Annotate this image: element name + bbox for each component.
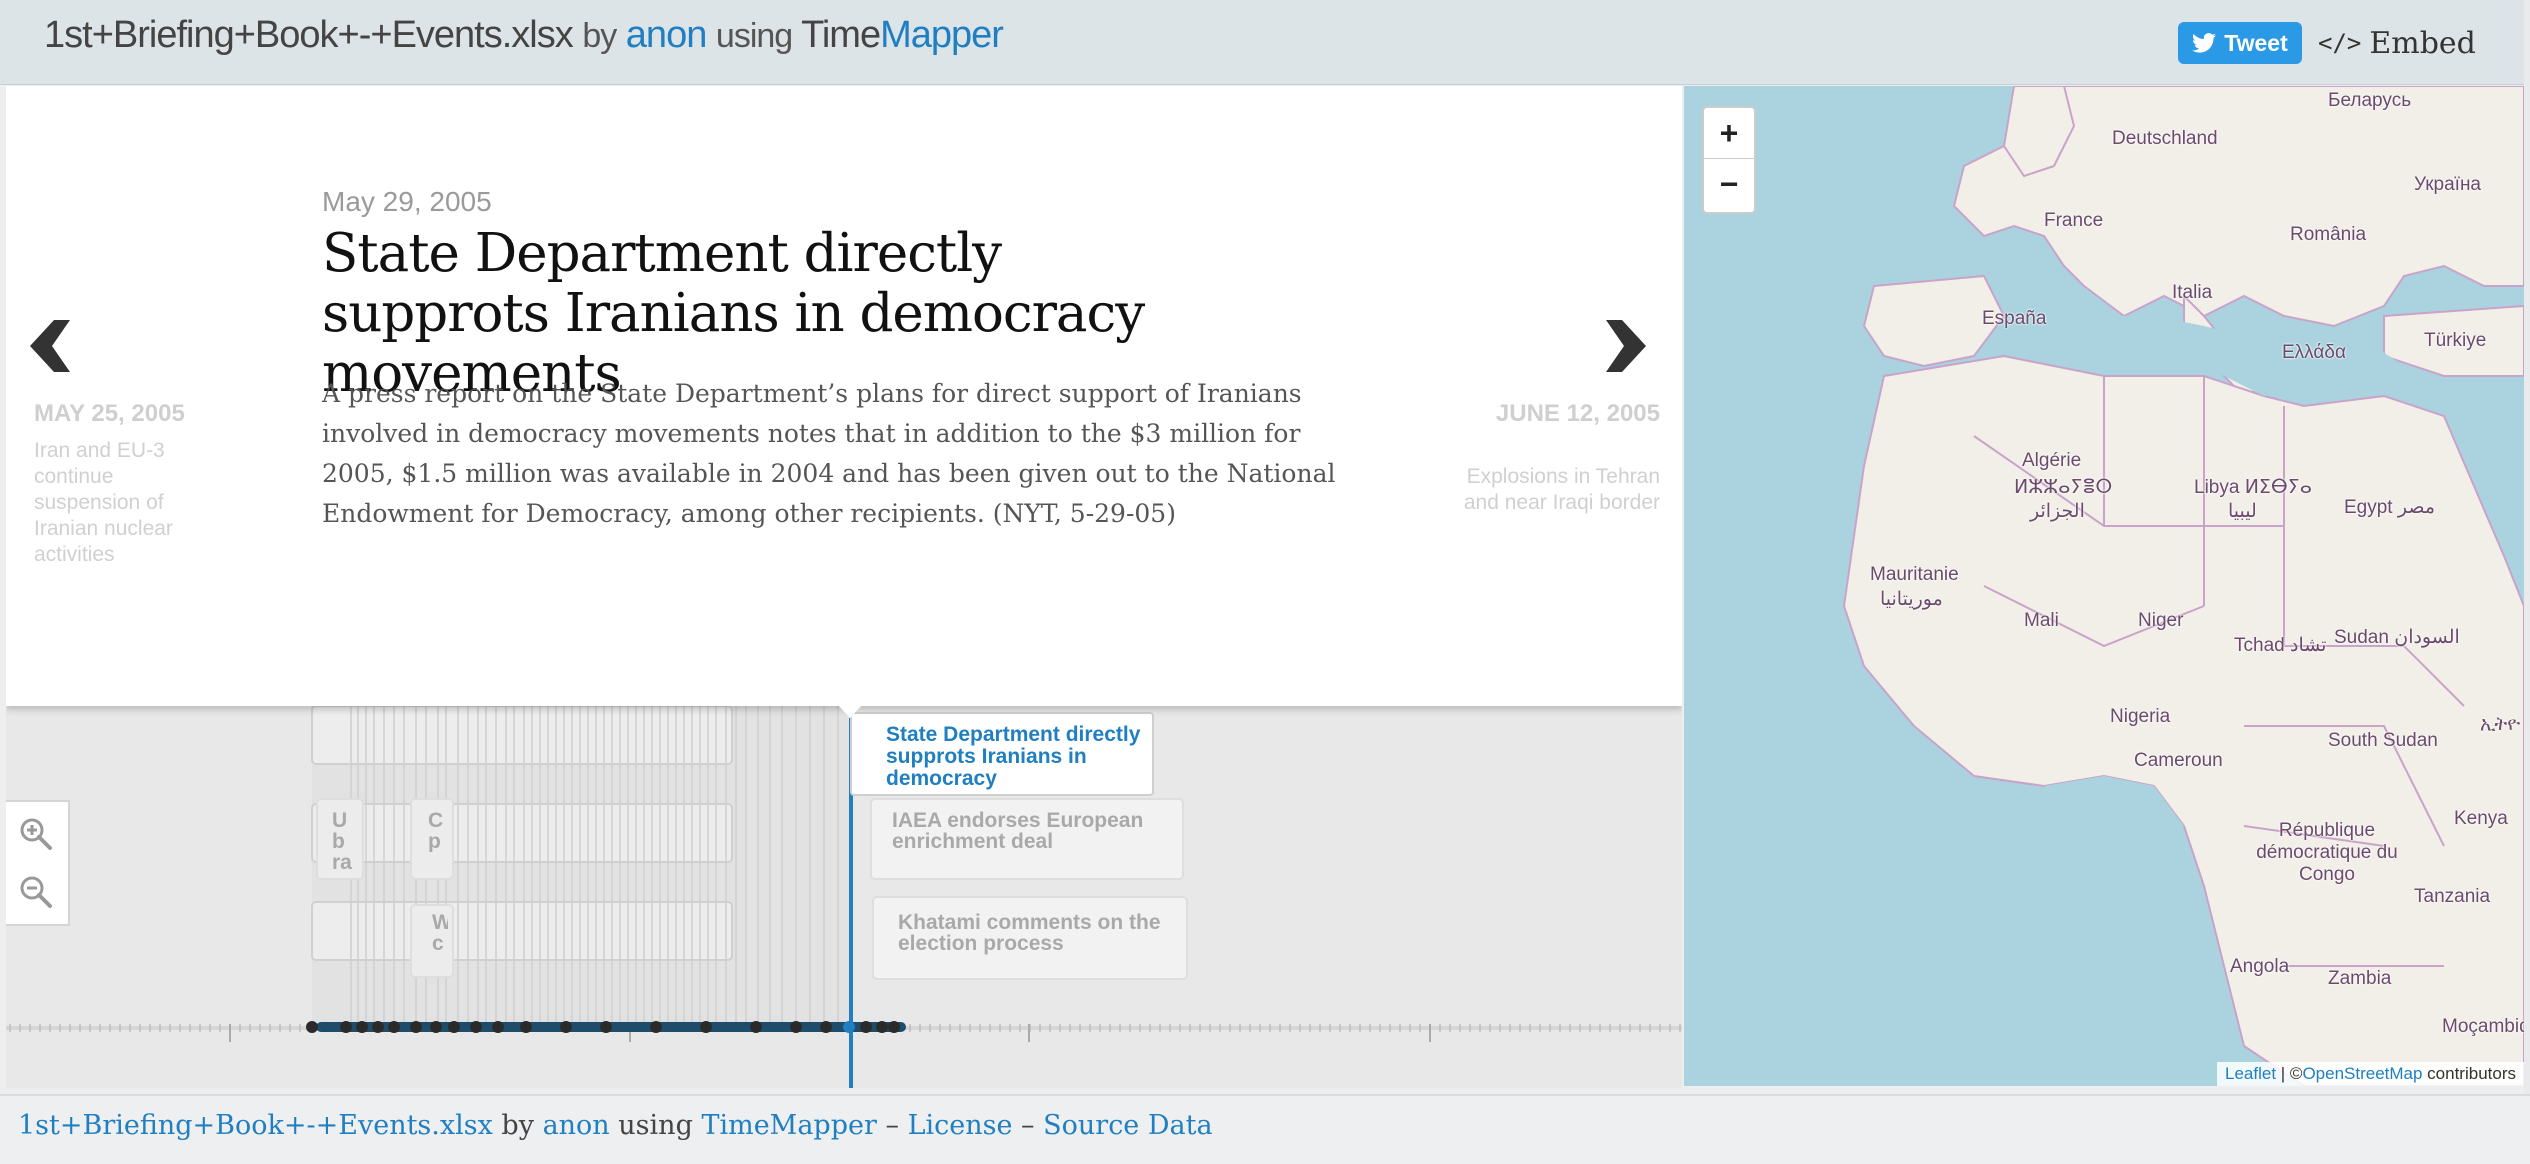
active-marker-title: State Department directly supprots Irani…: [886, 723, 1141, 790]
top-bar: 1st+Briefing+Book+-+Events.xlsx by anon …: [0, 0, 2524, 85]
footer-license-link[interactable]: License: [908, 1110, 1013, 1141]
map-place-label: Kenya: [2454, 808, 2508, 829]
map-place-label: République démocratique du Congo: [2256, 820, 2398, 885]
code-icon: </>: [2318, 29, 2362, 57]
timeline-marker-card[interactable]: Khatami comments on the election process: [872, 896, 1188, 980]
footer-author-link[interactable]: anon: [543, 1110, 610, 1141]
title-file-name: 1st+Briefing+Book+-+Events.xlsx: [44, 14, 574, 56]
title-app-part2: Mapper: [880, 14, 1004, 56]
twitter-bird-icon: [2192, 33, 2217, 53]
tweet-label: Tweet: [2224, 29, 2288, 56]
event-date: May 29, 2005: [322, 186, 492, 217]
marker-title: W c: [432, 912, 448, 954]
map-place-label: Sudan السودان: [2334, 627, 2460, 648]
timeline-navigation[interactable]: IAEA endorses European enrichment deal K…: [6, 706, 1682, 1088]
timeline-marker-card[interactable]: C p: [410, 798, 454, 880]
timeline-pane: IAEA endorses European enrichment deal K…: [6, 86, 1682, 1088]
map-pane[interactable]: + − Беларусь Deutschland Україна France …: [1684, 86, 2524, 1086]
map-place-label: Deutschland: [2112, 128, 2218, 149]
map-zoom-out-button[interactable]: −: [1704, 159, 1754, 209]
map-place-label: France: [2044, 210, 2104, 231]
timeline-marker-card[interactable]: IAEA endorses European enrichment deal: [870, 798, 1184, 880]
previous-event-description[interactable]: Iran and EU-3 continue suspension of Ira…: [34, 438, 204, 568]
map-zoom-control: + −: [1702, 106, 1756, 214]
event-description: A press report on the State Department’s…: [322, 379, 1336, 528]
title-by: by: [582, 17, 617, 55]
footer: 1st+Briefing+Book+-+Events.xlsx by anon …: [0, 1094, 2530, 1164]
timeline-marker-card[interactable]: W c: [410, 904, 454, 978]
map-place-label: الجزائر: [2030, 501, 2085, 522]
map-place-label: România: [2290, 224, 2367, 245]
map-place-label: Angola: [2230, 956, 2290, 977]
footer-file-link[interactable]: 1st+Briefing+Book+-+Events.xlsx: [18, 1110, 493, 1141]
openstreetmap-link[interactable]: OpenStreetMap: [2302, 1064, 2422, 1083]
timeline-markers-layer: [6, 706, 1682, 1042]
attribution-separator: | ©: [2276, 1064, 2303, 1083]
zoom-out-icon[interactable]: [18, 874, 54, 910]
footer-credits: 1st+Briefing+Book+-+Events.xlsx by anon …: [18, 1110, 1213, 1141]
map-place-label: Libya ⵍⵉⴱⵢⴰ: [2194, 477, 2313, 498]
map-place-label: Tchad تشاد: [2234, 635, 2327, 656]
map-tiles: [1842, 86, 2524, 1086]
map-place-label: Niger: [2138, 610, 2184, 631]
footer-dash: –: [885, 1110, 899, 1141]
title-using: using: [715, 17, 793, 55]
page-title: 1st+Briefing+Book+-+Events.xlsx by anon …: [44, 14, 1004, 57]
map-place-label: Tanzania: [2414, 886, 2491, 907]
map-place-label: ⵍⵣⵣⴰⵢⴻⵔ: [2014, 477, 2113, 498]
footer-by: by: [501, 1110, 534, 1141]
map-place-label: Україна: [2414, 174, 2482, 195]
map-place-label: Ελλάδα: [2282, 342, 2346, 363]
map-place-label: Беларусь: [2328, 90, 2412, 111]
app-window: 1st+Briefing+Book+-+Events.xlsx by anon …: [0, 0, 2530, 1164]
map-place-label: Türkiye: [2424, 330, 2487, 351]
map-place-label: South Sudan: [2328, 730, 2438, 751]
map-place-label: ليبيا: [2228, 501, 2257, 522]
next-event-date[interactable]: JUNE 12, 2005: [1436, 400, 1660, 428]
map-place-label: Italia: [2172, 282, 2213, 303]
slide-pointer: [837, 704, 863, 718]
footer-using: using: [618, 1110, 693, 1141]
map-place-label: Zambia: [2328, 968, 2392, 989]
chevron-right-icon[interactable]: [1606, 320, 1646, 372]
embed-button[interactable]: </> Embed: [2318, 22, 2476, 64]
map-place-label: ኢትዮ: [2480, 714, 2521, 735]
marker-title: Khatami comments on the election process: [898, 911, 1161, 955]
footer-dash: –: [1021, 1110, 1035, 1141]
leaflet-link[interactable]: Leaflet: [2225, 1064, 2276, 1083]
title-app-link[interactable]: TimeMapper: [801, 14, 1004, 56]
map-place-label: Cameroun: [2134, 750, 2223, 771]
zoom-in-icon[interactable]: [18, 816, 54, 852]
timeline-zoom-control: [6, 800, 70, 926]
map-place-label: Mauritanie: [1870, 564, 1959, 585]
marker-title: U b ra: [332, 810, 352, 873]
footer-app-link[interactable]: TimeMapper: [701, 1110, 876, 1141]
map-place-label: Moçambique: [2442, 1016, 2524, 1037]
tweet-button[interactable]: Tweet: [2178, 22, 2302, 64]
map-attribution: Leaflet | ©OpenStreetMap contributors: [2217, 1062, 2524, 1086]
map-place-label: Egypt مصر: [2344, 497, 2436, 518]
embed-label: Embed: [2369, 25, 2476, 61]
previous-event-date[interactable]: MAY 25, 2005: [34, 400, 185, 428]
footer-source-link[interactable]: Source Data: [1043, 1110, 1212, 1141]
map-place-label: موريتانيا: [1880, 589, 1943, 610]
attribution-rest: contributors: [2422, 1064, 2516, 1083]
marker-title: IAEA endorses European enrichment deal: [892, 809, 1144, 853]
active-marker-card[interactable]: State Department directly supprots Irani…: [850, 712, 1154, 796]
map-place-label: Nigeria: [2110, 706, 2171, 727]
map-zoom-in-button[interactable]: +: [1704, 108, 1754, 159]
map-place-label: Algérie: [2022, 450, 2082, 471]
timeline-marker-card[interactable]: U b ra: [316, 798, 364, 880]
title-app-part1: Time: [801, 14, 881, 56]
marker-title: C p: [428, 810, 444, 852]
event-slide: MAY 25, 2005 Iran and EU-3 continue susp…: [6, 86, 1682, 706]
next-event-description[interactable]: Explosions in Tehran and near Iraqi bord…: [1436, 464, 1660, 516]
map-place-label: Mali: [2024, 610, 2059, 631]
map-place-label: España: [1982, 308, 2047, 329]
scrollbar[interactable]: [2524, 0, 2530, 1164]
title-author-link[interactable]: anon: [626, 14, 708, 56]
chevron-left-icon[interactable]: [30, 320, 70, 372]
